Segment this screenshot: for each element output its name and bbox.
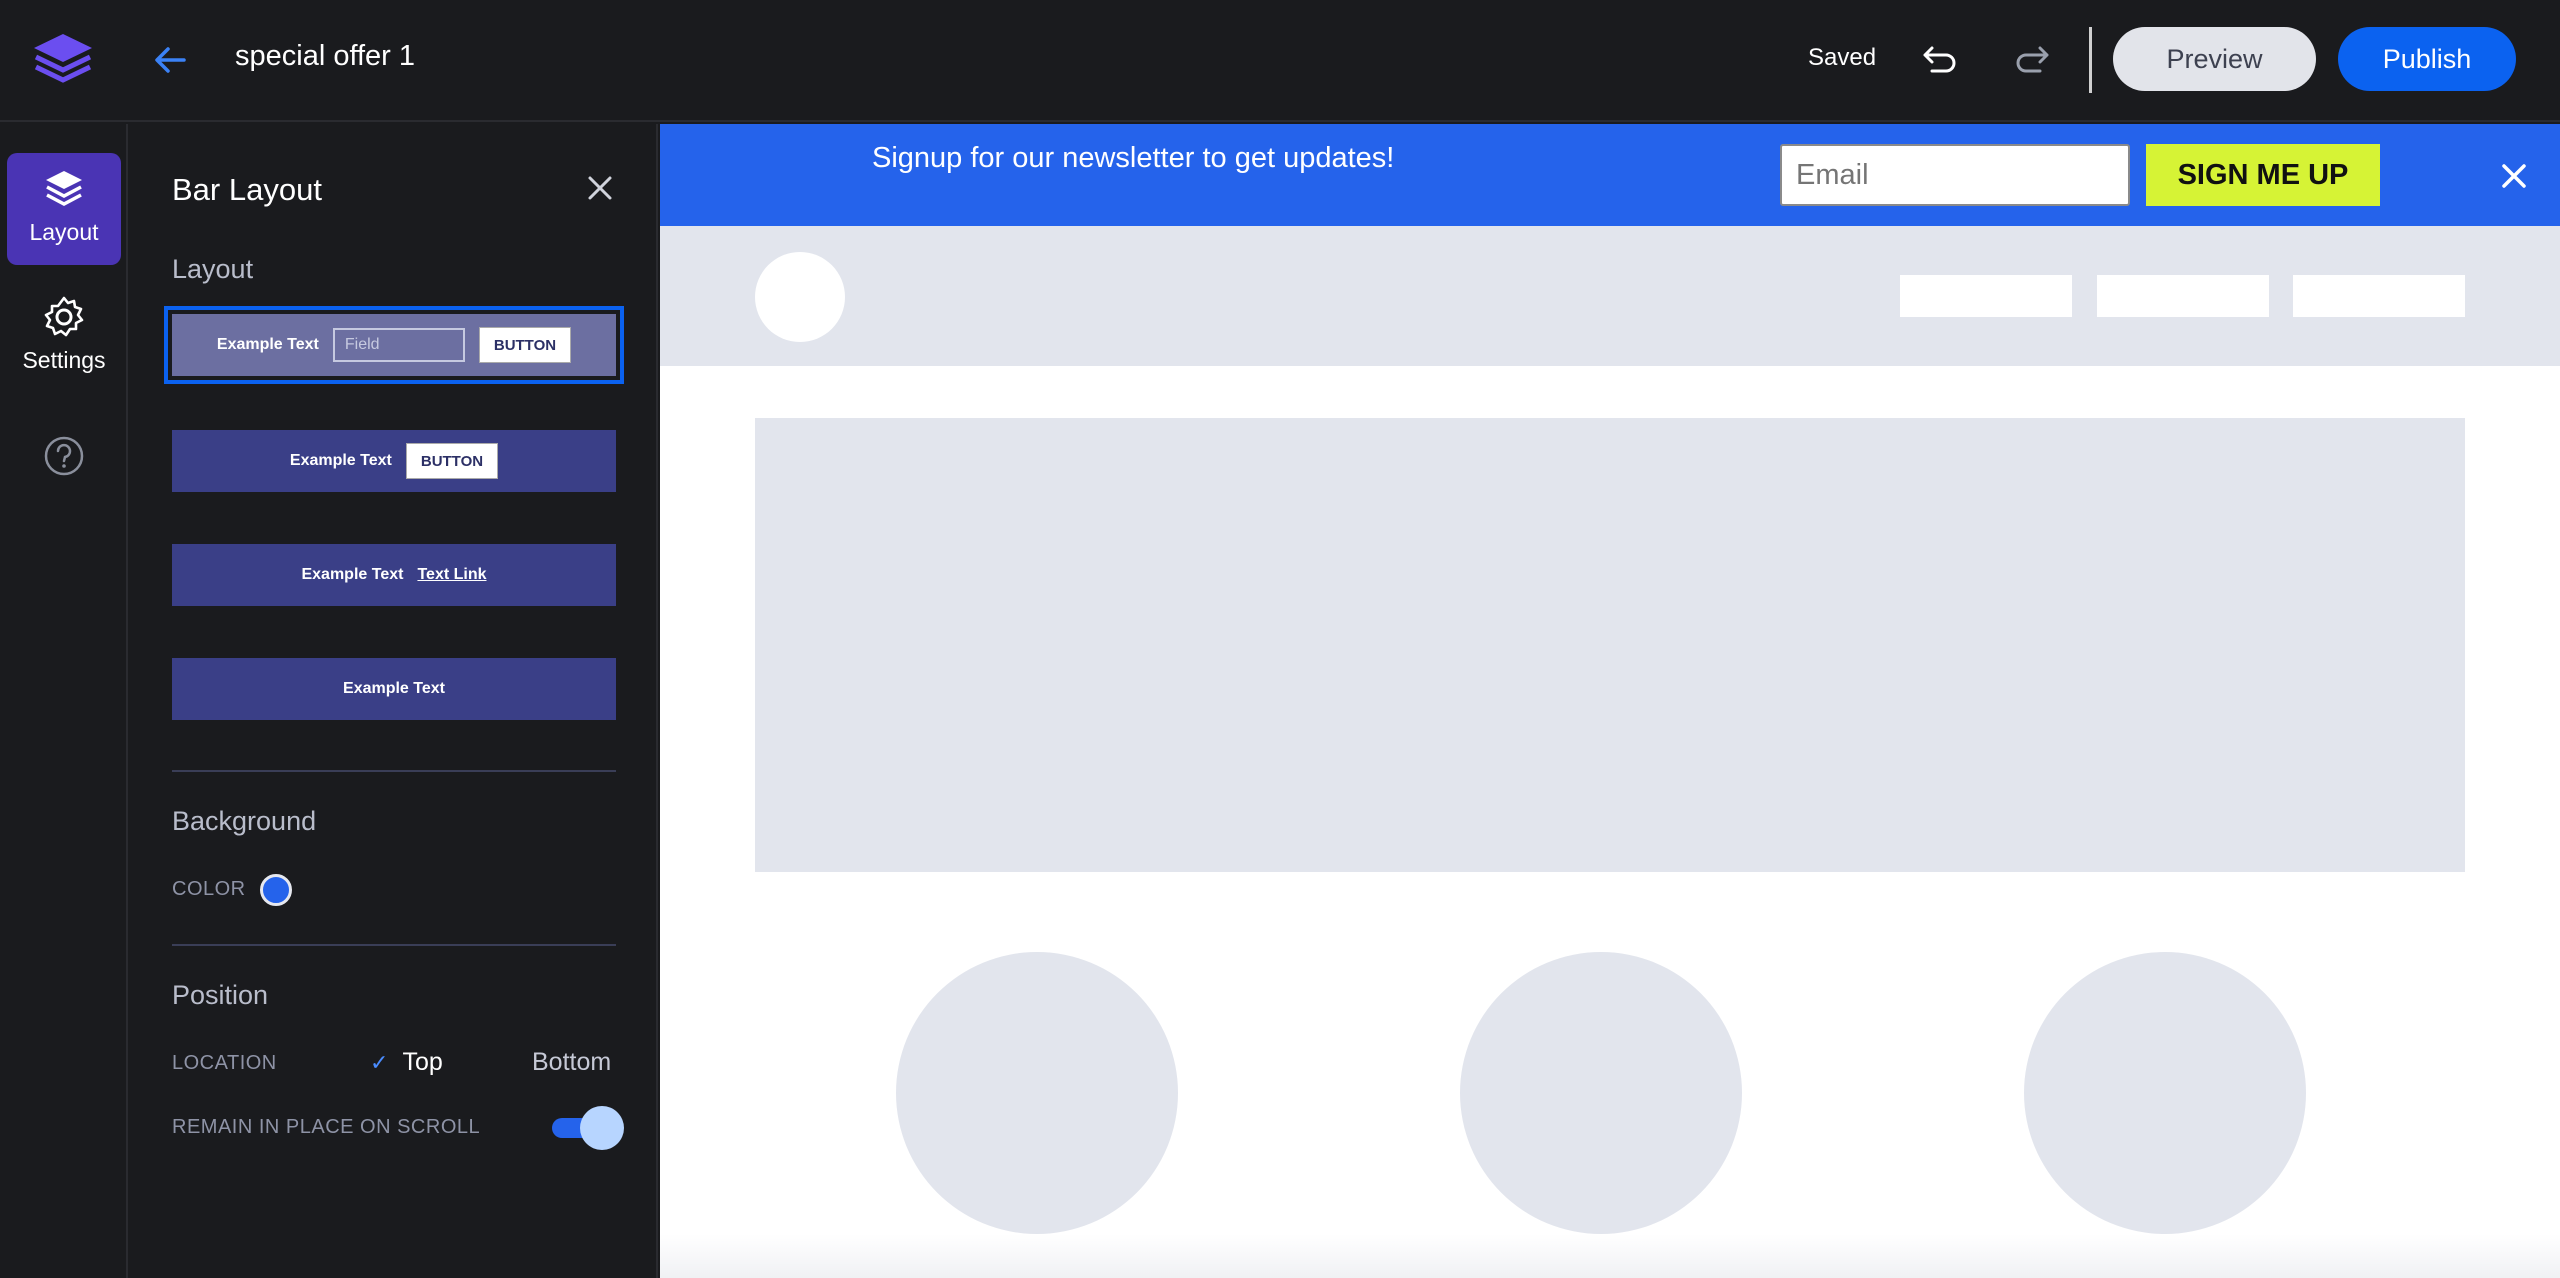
- check-icon: ✓: [370, 1050, 389, 1075]
- option-example-text: Example Text: [216, 336, 319, 353]
- help-icon[interactable]: [42, 434, 86, 478]
- rail-item-label: Layout: [29, 219, 99, 245]
- top-bar: special offer 1 Saved Preview Publish: [0, 0, 2560, 122]
- color-swatch[interactable]: [260, 874, 292, 906]
- location-label: LOCATION: [172, 1052, 277, 1074]
- redo-icon[interactable]: [2012, 38, 2052, 78]
- publish-button[interactable]: Publish: [2338, 27, 2516, 91]
- gear-icon: [44, 296, 84, 337]
- layout-option-preview: Example Text Field BUTTON: [172, 314, 616, 376]
- save-status: Saved: [1808, 44, 1877, 71]
- nav-item-placeholder: [1900, 275, 2072, 317]
- back-arrow-icon[interactable]: [150, 40, 190, 80]
- background-section-title: Background: [172, 806, 317, 836]
- location-option-bottom[interactable]: Bottom: [532, 1048, 611, 1077]
- scroll-label: REMAIN IN PLACE ON SCROLL: [172, 1116, 481, 1138]
- preview-button[interactable]: Preview: [2113, 27, 2316, 91]
- rail-item-layout[interactable]: Layout: [7, 153, 121, 265]
- option-field: Field: [332, 328, 465, 362]
- bar-layout-panel: Bar Layout Layout Example Text Field BUT…: [130, 124, 658, 1278]
- layout-section-title: Layout: [172, 254, 254, 284]
- layers-icon: [46, 171, 82, 206]
- option-button: BUTTON: [478, 327, 572, 363]
- toolbar-divider: [2089, 27, 2092, 93]
- nav-item-placeholder: [2293, 275, 2465, 317]
- option-example-text: Example Text: [289, 452, 392, 469]
- rail-item-label: Settings: [22, 347, 106, 373]
- location-option-top[interactable]: ✓ Top: [370, 1048, 443, 1077]
- remain-on-scroll-toggle[interactable]: [552, 1106, 624, 1150]
- option-button: BUTTON: [405, 443, 499, 479]
- divider: [172, 944, 616, 946]
- option-example-text: Example Text: [343, 680, 445, 697]
- canvas-fade: [660, 1234, 2560, 1278]
- close-icon[interactable]: [2498, 160, 2530, 192]
- preview-canvas: Signup for our newsletter to get updates…: [660, 124, 2560, 1278]
- toggle-knob: [580, 1106, 624, 1150]
- layout-option-text-link[interactable]: Example Text Text Link: [172, 544, 616, 606]
- feature-placeholder: [896, 952, 1178, 1234]
- feature-placeholder: [2024, 952, 2306, 1234]
- left-rail: Layout Settings: [0, 124, 128, 1278]
- layout-option-field-button[interactable]: Example Text Field BUTTON: [164, 306, 624, 384]
- location-top-label: Top: [402, 1048, 443, 1076]
- notification-text: Signup for our newsletter to get updates…: [872, 142, 1395, 174]
- notification-bar[interactable]: Signup for our newsletter to get updates…: [660, 124, 2560, 226]
- logo-icon[interactable]: [32, 32, 94, 86]
- sign-me-up-button[interactable]: SIGN ME UP: [2146, 144, 2380, 206]
- color-label: COLOR: [172, 878, 246, 900]
- panel-title: Bar Layout: [172, 172, 322, 207]
- site-logo-placeholder: [755, 252, 845, 342]
- hero-placeholder: [755, 418, 2465, 872]
- divider: [172, 770, 616, 772]
- document-title[interactable]: special offer 1: [235, 40, 415, 73]
- layout-option-button[interactable]: Example Text BUTTON: [172, 430, 616, 492]
- site-header-placeholder: [660, 226, 2560, 366]
- undo-icon[interactable]: [1920, 38, 1960, 78]
- rail-item-settings[interactable]: Settings: [7, 281, 121, 393]
- close-icon[interactable]: [582, 170, 618, 206]
- option-example-text: Example Text: [301, 566, 404, 583]
- position-section-title: Position: [172, 980, 269, 1010]
- feature-placeholder: [1460, 952, 1742, 1234]
- option-text-link: Text Link: [417, 566, 487, 583]
- email-field[interactable]: [1780, 144, 2130, 206]
- nav-item-placeholder: [2097, 275, 2269, 317]
- layout-option-text-only[interactable]: Example Text: [172, 658, 616, 720]
